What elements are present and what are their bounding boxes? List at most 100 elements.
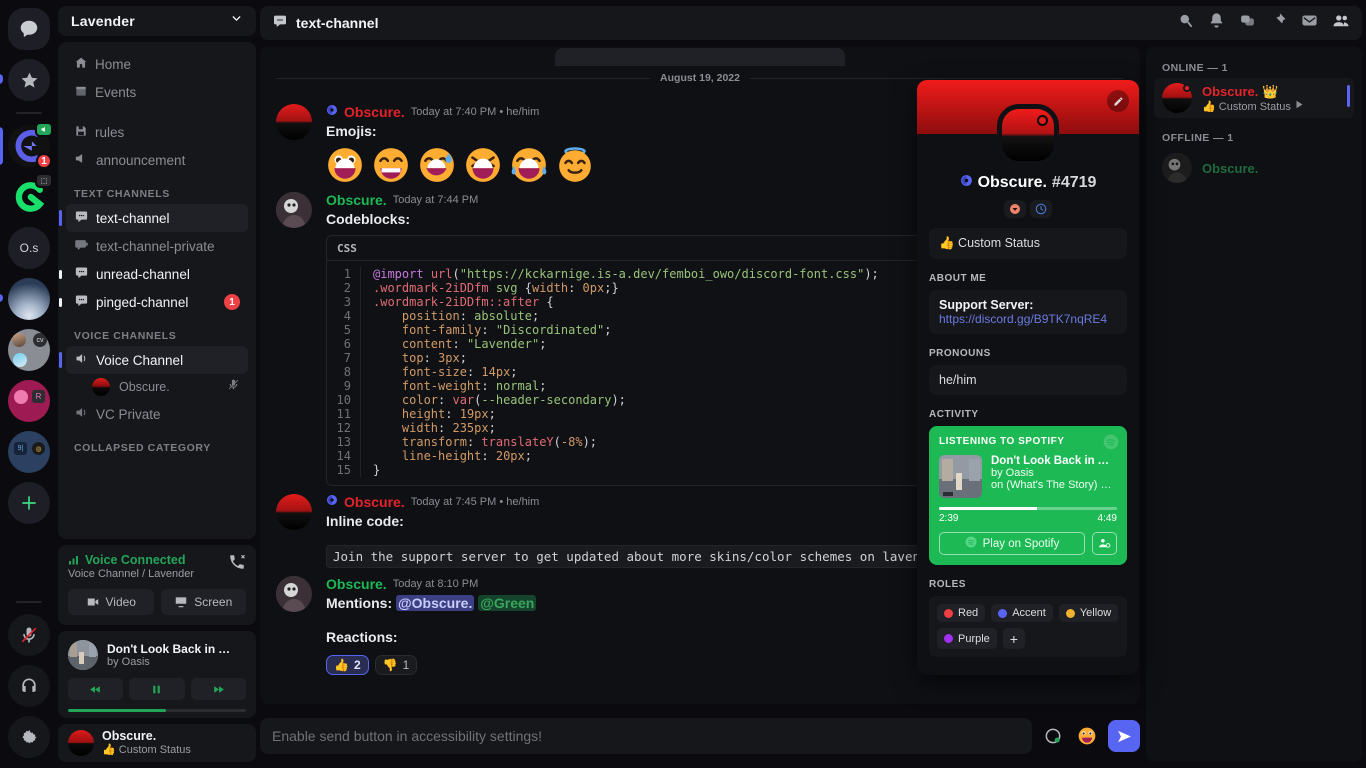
- date-separator-label: August 19, 2022: [660, 72, 740, 84]
- pink-server-icon[interactable]: R: [8, 380, 50, 422]
- pencil-icon[interactable]: [1107, 90, 1129, 112]
- category-voice-channels[interactable]: VOICE CHANNELS: [66, 316, 248, 346]
- mention-role[interactable]: @Green: [478, 595, 536, 611]
- server-rail-item-blue[interactable]: 9| ◍: [8, 431, 50, 473]
- emoji-picker-button[interactable]: [1074, 723, 1100, 749]
- previous-track-button[interactable]: [68, 678, 123, 700]
- server-rail-item-pink[interactable]: R: [8, 380, 50, 422]
- message-author[interactable]: Obscure.: [326, 192, 387, 208]
- sidebar-item-unread-channel[interactable]: unread-channel: [66, 260, 248, 288]
- chevron-down-icon[interactable]: [230, 12, 243, 30]
- reaction-thumbs-down[interactable]: 👎 1: [375, 655, 418, 675]
- pause-button[interactable]: [129, 678, 184, 700]
- category-text-channels[interactable]: TEXT CHANNELS: [66, 174, 248, 204]
- bot-badge-icon: [960, 174, 973, 192]
- next-track-button[interactable]: [191, 678, 246, 700]
- add-role-button[interactable]: +: [1003, 628, 1025, 649]
- member-row[interactable]: Obscure. 👑 👍 Custom Status: [1154, 78, 1354, 118]
- early-supporter-badge-icon[interactable]: [1030, 200, 1052, 218]
- channel-topbar: text-channel: [260, 6, 1362, 40]
- server-rail-item-os[interactable]: O.s: [8, 227, 50, 269]
- spotify-icon: [965, 536, 977, 551]
- bot-badge-icon: [326, 494, 338, 510]
- role-chip[interactable]: Purple: [937, 628, 997, 649]
- user-settings-button[interactable]: [8, 716, 50, 758]
- sidebar-item-label: Home: [95, 57, 131, 72]
- emoji-sweat-smile: [418, 146, 456, 184]
- message-timestamp: Today at 8:10 PM: [393, 576, 479, 592]
- server-rail-item-direct-messages[interactable]: [8, 8, 50, 50]
- message-author[interactable]: Obscure.: [344, 104, 405, 120]
- inbox-icon[interactable]: [1301, 12, 1318, 34]
- profile-avatar: [997, 104, 1059, 166]
- hypesquad-badge-icon[interactable]: [1004, 200, 1026, 218]
- search-icon[interactable]: [1177, 12, 1194, 34]
- sidebar-item-text-channel[interactable]: text-channel: [66, 204, 248, 232]
- category-collapsed[interactable]: COLLAPSED CATEGORY: [66, 428, 248, 458]
- os-server-icon[interactable]: O.s: [8, 227, 50, 269]
- member-row[interactable]: Obscure.: [1154, 148, 1354, 188]
- star-icon[interactable]: [8, 59, 50, 101]
- role-chip[interactable]: Accent: [991, 604, 1053, 622]
- sidebar-item-rules[interactable]: rules: [66, 118, 248, 146]
- message-author[interactable]: Obscure.: [344, 494, 405, 510]
- video-icon: [86, 595, 100, 609]
- server-header[interactable]: Lavender: [58, 6, 256, 36]
- role-chip[interactable]: Red: [937, 604, 985, 622]
- custom-status-box: 👍 Custom Status: [929, 228, 1127, 259]
- avatar[interactable]: [276, 104, 312, 140]
- deafen-button[interactable]: [8, 665, 50, 707]
- sidebar-item-events[interactable]: Events: [66, 78, 248, 106]
- server-rail-item-folder[interactable]: cv: [8, 329, 50, 371]
- member-list-icon[interactable]: [1332, 12, 1350, 35]
- about-me-link[interactable]: https://discord.gg/B9TK7nqRE4: [939, 312, 1117, 326]
- screen-button-label: Screen: [194, 595, 232, 609]
- mention-user[interactable]: @Obscure.: [396, 595, 474, 611]
- hash-icon: [74, 293, 89, 311]
- gift-button[interactable]: [1040, 723, 1066, 749]
- server-rail-item-lavender[interactable]: 1: [8, 125, 50, 167]
- message-input[interactable]: Enable send button in accessibility sett…: [260, 718, 1032, 754]
- server-rail-item-favorites[interactable]: [8, 59, 50, 101]
- current-user-status: 👍 Custom Status: [102, 743, 191, 757]
- discord-logo-icon[interactable]: [8, 8, 50, 50]
- send-button[interactable]: [1108, 720, 1140, 752]
- current-user-panel[interactable]: Obscure. 👍 Custom Status: [58, 724, 256, 762]
- avatar: [1162, 83, 1192, 113]
- phone-hangup-icon[interactable]: [228, 553, 246, 576]
- listen-along-button[interactable]: [1092, 532, 1117, 555]
- plus-icon[interactable]: [8, 482, 50, 524]
- fan-server-icon[interactable]: [8, 278, 50, 320]
- avatar[interactable]: [276, 192, 312, 228]
- sidebar-item-home[interactable]: Home: [66, 50, 248, 78]
- avatar[interactable]: [276, 494, 312, 530]
- notifications-bell-icon[interactable]: [1208, 12, 1225, 34]
- threads-icon[interactable]: [1239, 12, 1256, 34]
- pinned-messages-icon[interactable]: [1270, 12, 1287, 34]
- role-chip[interactable]: Yellow: [1059, 604, 1118, 622]
- sidebar-item-voice-channel[interactable]: Voice Channel: [66, 346, 248, 374]
- spotify-duration: 4:49: [1098, 513, 1117, 524]
- sidebar-item-vc-private[interactable]: VC Private: [66, 400, 248, 428]
- reaction-thumbs-up[interactable]: 👍 2: [326, 655, 369, 675]
- voice-member-row[interactable]: Obscure.: [66, 374, 248, 400]
- screen-share-button[interactable]: Screen: [161, 589, 247, 615]
- emoji-squinting-laugh: [464, 146, 502, 184]
- message-author[interactable]: Obscure.: [326, 576, 387, 592]
- sidebar-item-pinged-channel[interactable]: pinged-channel 1: [66, 288, 248, 316]
- code-line-numbers: 123456789101112131415: [327, 267, 361, 477]
- mute-button[interactable]: [8, 614, 50, 656]
- blue-server-icon[interactable]: 9| ◍: [8, 431, 50, 473]
- thumbs-down-icon: 👎: [383, 658, 398, 672]
- server-rail-item-add-server[interactable]: [8, 482, 50, 524]
- server-rail-item-fan[interactable]: [8, 278, 50, 320]
- video-button[interactable]: Video: [68, 589, 154, 615]
- server-rail-item-green[interactable]: ⬚: [8, 176, 50, 218]
- user-profile-popout: Obscure. #4719 👍 Custom Status ABOUT ME …: [917, 80, 1139, 675]
- avatar[interactable]: [276, 576, 312, 612]
- sidebar-item-announcement[interactable]: announcement: [66, 146, 248, 174]
- folder-server-icon[interactable]: cv: [8, 329, 50, 371]
- play-on-spotify-button[interactable]: Play on Spotify: [939, 532, 1085, 555]
- hash-icon: [74, 265, 89, 283]
- sidebar-item-text-channel-private[interactable]: text-channel-private: [66, 232, 248, 260]
